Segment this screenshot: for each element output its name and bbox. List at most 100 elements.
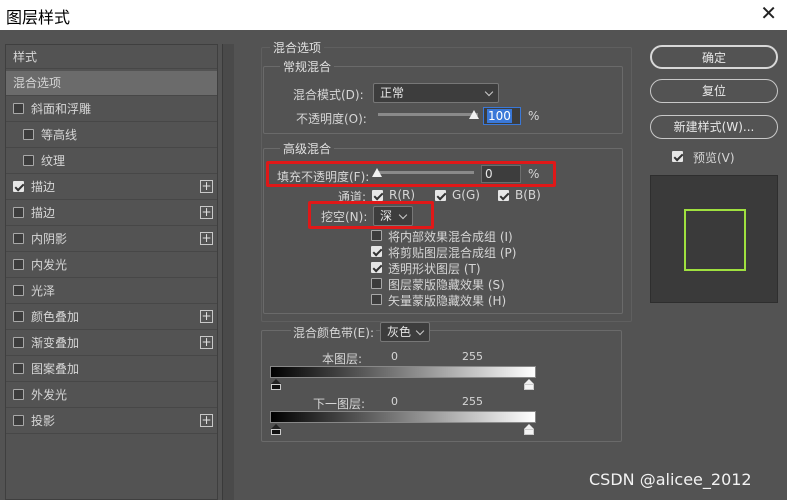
watermark: CSDN @alicee_2012	[589, 470, 752, 489]
close-icon[interactable]: ✕	[760, 2, 777, 24]
style-item-label: 颜色叠加	[31, 310, 80, 324]
blend-if-select[interactable]: 灰色	[380, 322, 430, 342]
advanced-option-label: 将剪贴图层混合成组 (P)	[388, 246, 517, 260]
style-item-label: 混合选项	[13, 76, 62, 90]
style-item-checkbox[interactable]	[13, 363, 24, 374]
advanced-option-label: 矢量蒙版隐藏效果 (H)	[388, 294, 507, 308]
channel-label: B(B)	[515, 188, 541, 202]
this-layer-min: 0	[391, 350, 398, 363]
style-item[interactable]: 渐变叠加 +	[6, 331, 217, 356]
advanced-option[interactable]: 透明形状图层 (T)	[371, 260, 571, 276]
add-effect-icon[interactable]: +	[200, 336, 213, 349]
underlying-layer-gradient	[270, 411, 536, 423]
this-layer-black-stop[interactable]	[271, 379, 281, 390]
style-item-label: 内发光	[31, 258, 68, 272]
advanced-option-checkbox[interactable]	[371, 278, 382, 289]
channel-label: G(G)	[452, 188, 480, 202]
style-item[interactable]: 等高线	[6, 123, 217, 148]
style-item[interactable]: 斜面和浮雕	[6, 97, 217, 122]
style-list-scrollbar[interactable]	[222, 44, 234, 500]
underlying-layer-label: 下一图层:	[313, 397, 366, 411]
advanced-option-label: 将内部效果混合成组 (I)	[388, 230, 513, 244]
advanced-option[interactable]: 将剪贴图层混合成组 (P)	[371, 244, 571, 260]
advanced-option-checkbox[interactable]	[371, 294, 382, 305]
this-layer-gradient	[270, 366, 536, 378]
opacity-slider[interactable]	[378, 113, 478, 116]
channel-checkbox[interactable]	[372, 190, 383, 201]
add-effect-icon[interactable]: +	[200, 232, 213, 245]
style-item[interactable]: 纹理	[6, 149, 217, 174]
style-item-checkbox[interactable]	[23, 129, 34, 140]
style-item-checkbox[interactable]	[23, 155, 34, 166]
style-item[interactable]: 描边 +	[6, 175, 217, 200]
style-item-checkbox[interactable]	[13, 181, 24, 192]
style-item-checkbox[interactable]	[13, 415, 24, 426]
add-effect-icon[interactable]: +	[200, 180, 213, 193]
advanced-option-checkbox[interactable]	[371, 230, 382, 241]
preview-toggle[interactable]: 预览(V)	[672, 148, 752, 166]
blend-if-value: 灰色	[387, 325, 412, 339]
style-item-checkbox[interactable]	[13, 389, 24, 400]
opacity-input[interactable]: 100	[483, 107, 521, 125]
style-list-panel: 样式 混合选项 斜面和浮雕 等高线 纹理 描边 + 描边 + 内阴影 + 内发光 光泽 颜色叠加 + 渐变叠…	[5, 44, 218, 500]
style-item-label: 外发光	[31, 388, 68, 402]
style-item[interactable]: 颜色叠加 +	[6, 305, 217, 330]
channel-toggle[interactable]: G(G)	[435, 187, 495, 205]
ok-button[interactable]: 确定	[650, 45, 778, 69]
add-effect-icon[interactable]: +	[200, 310, 213, 323]
style-list-header[interactable]: 样式	[6, 45, 217, 69]
style-item-checkbox[interactable]	[13, 103, 24, 114]
style-item[interactable]: 描边 +	[6, 201, 217, 226]
chevron-down-icon	[485, 84, 495, 102]
preview-checkbox[interactable]	[672, 151, 683, 162]
blend-mode-label: 混合模式(D):	[293, 88, 364, 102]
knockout-highlight	[308, 201, 434, 229]
opacity-percent: %	[528, 109, 540, 123]
advanced-option-checkbox[interactable]	[371, 246, 382, 257]
style-item-label: 渐变叠加	[31, 336, 80, 350]
style-item-checkbox[interactable]	[13, 259, 24, 270]
blend-if-label: 混合颜色带(E):	[291, 324, 376, 341]
style-item[interactable]: 图案叠加	[6, 357, 217, 382]
add-effect-icon[interactable]: +	[200, 206, 213, 219]
reset-button[interactable]: 复位	[650, 79, 778, 103]
opacity-slider-thumb[interactable]	[469, 110, 479, 119]
advanced-option[interactable]: 矢量蒙版隐藏效果 (H)	[371, 292, 571, 308]
this-layer-max: 255	[462, 350, 483, 363]
channel-checkbox[interactable]	[435, 190, 446, 201]
new-style-button[interactable]: 新建样式(W)...	[650, 115, 778, 139]
style-header-label: 样式	[13, 50, 38, 64]
style-item[interactable]: 内发光	[6, 253, 217, 278]
advanced-option-label: 透明形状图层 (T)	[388, 262, 481, 276]
blend-options-title: 混合选项	[270, 39, 325, 56]
style-item[interactable]: 光泽	[6, 279, 217, 304]
channel-toggle[interactable]: B(B)	[498, 187, 558, 205]
style-item[interactable]: 外发光	[6, 383, 217, 408]
advanced-blending-title: 高级混合	[280, 140, 335, 157]
opacity-label: 不透明度(O):	[296, 112, 367, 126]
style-item-checkbox[interactable]	[13, 337, 24, 348]
blend-mode-value: 正常	[380, 86, 405, 100]
advanced-option-checkbox[interactable]	[371, 262, 382, 273]
style-item-checkbox[interactable]	[13, 207, 24, 218]
blend-if-group	[261, 330, 622, 442]
blend-mode-select[interactable]: 正常	[373, 83, 499, 103]
style-item-checkbox[interactable]	[13, 285, 24, 296]
add-effect-icon[interactable]: +	[200, 414, 213, 427]
style-item[interactable]: 混合选项	[6, 71, 217, 96]
advanced-option[interactable]: 图层蒙版隐藏效果 (S)	[371, 276, 571, 292]
underlying-layer-white-stop[interactable]	[524, 424, 534, 435]
style-item[interactable]: 投影 +	[6, 409, 217, 434]
underlying-layer-black-stop[interactable]	[271, 424, 281, 435]
preview-label: 预览(V)	[693, 151, 735, 165]
advanced-option[interactable]: 将内部效果混合成组 (I)	[371, 228, 571, 244]
style-item-checkbox[interactable]	[13, 233, 24, 244]
this-layer-white-stop[interactable]	[524, 379, 534, 390]
style-item[interactable]: 内阴影 +	[6, 227, 217, 252]
channel-checkbox[interactable]	[498, 190, 509, 201]
title-bar: 图层样式 ✕	[0, 0, 787, 30]
style-item-label: 投影	[31, 414, 56, 428]
style-preview	[650, 175, 778, 303]
this-layer-label: 本图层:	[322, 352, 363, 366]
style-item-checkbox[interactable]	[13, 311, 24, 322]
